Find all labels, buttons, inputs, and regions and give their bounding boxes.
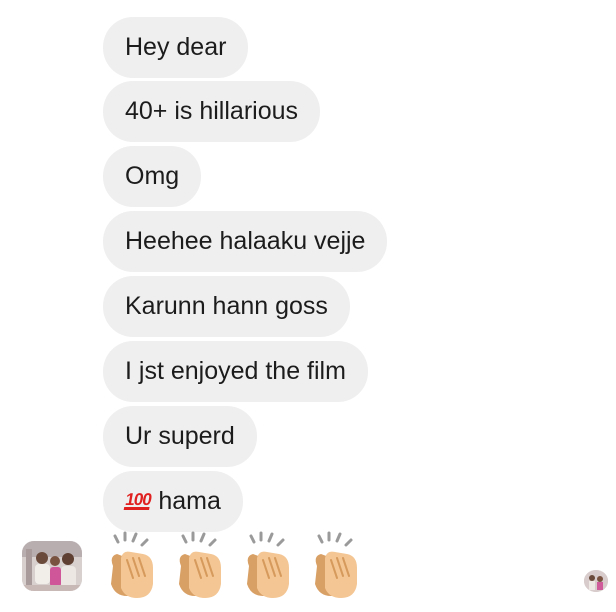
message-bubble[interactable]: Hey dear	[103, 17, 249, 78]
chat-thread: Hey dear 40+ is hillarious Omg Heehee ha…	[0, 0, 616, 612]
message-bubble[interactable]: Ur superd	[103, 406, 257, 467]
message-text: 40+ is hillarious	[125, 97, 299, 125]
message-text: Omg	[125, 162, 180, 190]
clapping-hands-icon	[179, 531, 221, 598]
message-text: I jst enjoyed the film	[125, 357, 346, 385]
reaction-message[interactable]	[103, 530, 365, 602]
message-text: Karunn hann goss	[125, 292, 328, 320]
message-bubble[interactable]: 40+ is hillarious	[103, 81, 321, 142]
read-receipt-photo	[584, 570, 608, 592]
message-text: Ur superd	[125, 422, 235, 450]
message-bubble[interactable]: Heehee halaaku vejje	[103, 211, 388, 272]
avatar-photo	[22, 541, 82, 591]
clapping-hands-icon	[247, 531, 289, 598]
message-bubble[interactable]: Omg	[103, 146, 202, 207]
message-text: Heehee halaaku vejje	[125, 227, 366, 255]
message-bubble[interactable]: 100 hama	[103, 471, 243, 532]
read-receipt-avatar	[584, 570, 608, 592]
message-bubble[interactable]: I jst enjoyed the film	[103, 341, 368, 402]
avatar[interactable]	[22, 541, 82, 591]
hundred-points-icon: 100	[123, 489, 153, 509]
message-text: Hey dear	[125, 33, 227, 61]
message-text: hama	[158, 487, 221, 515]
clapping-hands-icon	[111, 531, 153, 598]
clapping-hands-icon	[315, 531, 357, 598]
message-bubble[interactable]: Karunn hann goss	[103, 276, 350, 337]
